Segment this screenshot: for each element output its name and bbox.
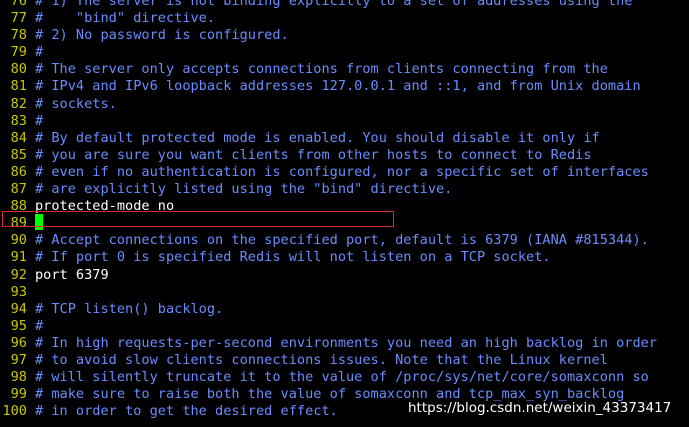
editor-line[interactable]: 97 # to avoid slow clients connections is… [0,352,689,369]
line-number: 92 [10,266,27,283]
comment-text: # [35,317,44,334]
editor-line[interactable]: 95 # [0,318,689,335]
line-number: 76 [10,0,27,9]
line-number: 94 [10,300,27,317]
editor-line[interactable]: 83 # [0,113,689,130]
editor-line[interactable]: 79 # [0,44,689,61]
line-number: 80 [10,61,27,78]
editor-line[interactable]: 87 # are explicitly listed using the "bin… [0,181,689,198]
line-number: 87 [10,181,27,198]
editor-line[interactable]: 81 # IPv4 and IPv6 loopback addresses 127… [0,78,689,95]
editor-line[interactable]: 77 # "bind" directive. [0,10,689,27]
comment-text: # even if no authentication is configure… [35,163,649,180]
comment-text: # "bind" directive. [35,10,216,27]
editor-line[interactable]: 96 # In high requests-per-second environm… [0,335,689,352]
editor-line[interactable]: 92 port 6379 [0,267,689,284]
comment-text: # 1) The server is not binding explicitl… [35,0,633,9]
editor-line[interactable]: 78 # 2) No password is configured. [0,27,689,44]
comment-text: # in order to get the desired effect. [35,403,338,420]
line-number: 79 [10,44,27,61]
watermark: https://blog.csdn.net/weixin_43373417 [408,400,672,416]
comment-text: # sockets. [35,95,117,112]
editor-line[interactable]: 91 # If port 0 is specified Redis will no… [0,249,689,266]
editor-line[interactable]: 82 # sockets. [0,96,689,113]
comment-text: # If port 0 is specified Redis will not … [35,249,551,266]
line-number: 81 [10,78,27,95]
line-number: 96 [10,334,27,351]
editor-line[interactable]: 80 # The server only accepts connections … [0,61,689,78]
comment-text: # IPv4 and IPv6 loopback addresses 127.0… [35,78,641,95]
editor-line[interactable]: 98 # will silently truncate it to the val… [0,369,689,386]
editor-line[interactable]: 93 [0,284,689,301]
line-number: 77 [10,10,27,27]
comment-text: # Accept connections on the specified po… [35,232,649,249]
editor-line[interactable]: 85 # you are sure you want clients from o… [0,147,689,164]
editor-line[interactable]: 90 # Accept connections on the specified … [0,232,689,249]
line-number: 90 [10,232,27,249]
highlight-box [2,211,394,227]
line-number: 82 [10,95,27,112]
comment-text: # will silently truncate it to the value… [35,369,649,386]
line-number: 95 [10,317,27,334]
comment-text: # you are sure you want clients from oth… [35,146,592,163]
line-number: 86 [10,163,27,180]
comment-text: # are explicitly listed using the "bind"… [35,181,453,198]
comment-text: # The server only accepts connections fr… [35,61,608,78]
line-number: 85 [10,146,27,163]
editor-line[interactable]: 76 # 1) The server is not binding explici… [0,0,689,10]
comment-text: # TCP listen() backlog. [35,300,224,317]
line-number: 78 [10,27,27,44]
comment-text: # By default protected mode is enabled. … [35,129,600,146]
code-text: port 6379 [35,266,109,283]
comment-text: # to avoid slow clients connections issu… [35,351,608,368]
line-number: 98 [10,369,27,386]
editor-line[interactable]: 94 # TCP listen() backlog. [0,301,689,318]
line-number: 99 [10,386,27,403]
line-number: 97 [10,351,27,368]
editor-line[interactable]: 86 # even if no authentication is configu… [0,164,689,181]
line-number: 93 [10,283,27,300]
comment-text: # In high requests-per-second environmen… [35,334,657,351]
comment-text: # [35,112,44,129]
line-number: 84 [10,129,27,146]
line-number: 100 [2,403,27,420]
comment-text: # 2) No password is configured. [35,27,289,44]
line-number: 91 [10,249,27,266]
editor-line[interactable]: 84 # By default protected mode is enabled… [0,130,689,147]
line-number: 83 [10,112,27,129]
comment-text: # [35,44,44,61]
